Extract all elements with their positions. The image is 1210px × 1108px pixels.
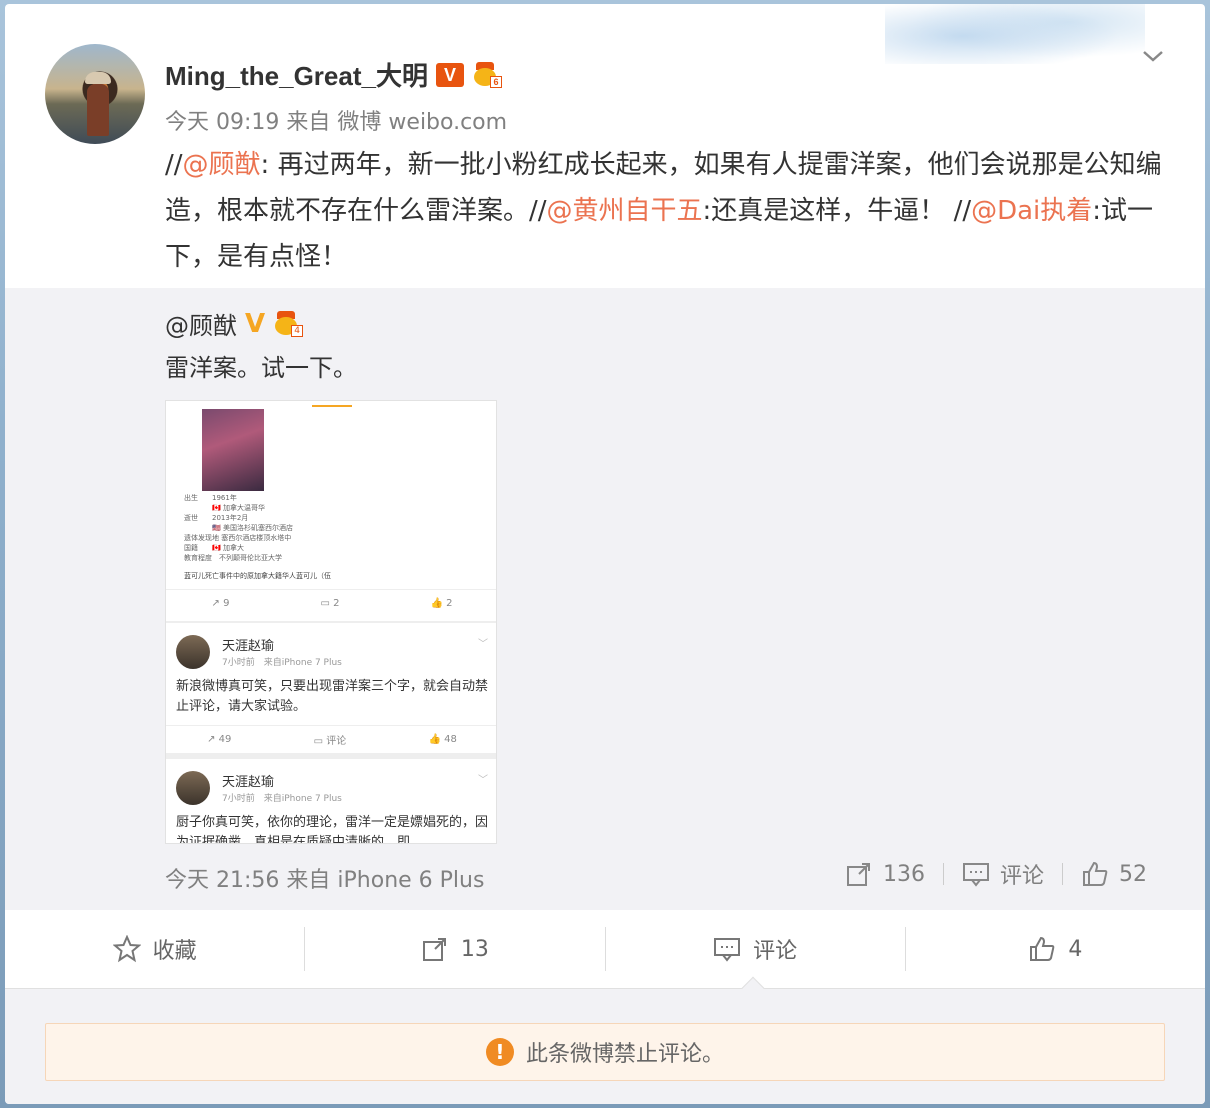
mention-link[interactable]: @黄州自干五 bbox=[547, 196, 703, 226]
thumbnail-article: 出生 1961年 🇨🇦 加拿大温哥华 逝世 2013年2月 🇺🇸 美国洛杉矶塞西… bbox=[166, 401, 496, 621]
like-count: 4 bbox=[1068, 936, 1083, 962]
info-line: 🇺🇸 美国洛杉矶塞西尔酒店 bbox=[184, 524, 293, 532]
info-line: 教育程度 不列颠哥伦比亚大学 bbox=[184, 554, 282, 562]
repost-comment-stat[interactable]: 评论 bbox=[944, 858, 1062, 890]
comment-icon bbox=[714, 938, 741, 962]
repost-stats: 136 评论 52 bbox=[827, 858, 1165, 890]
thumbnail-actions: ↗ 9 ▭ 2 👍 2 bbox=[166, 589, 496, 617]
favorite-button[interactable]: 收藏 bbox=[5, 927, 304, 971]
header-cloud-decoration bbox=[885, 4, 1145, 64]
like-button[interactable]: 4 bbox=[904, 927, 1205, 971]
comment-icon bbox=[962, 863, 989, 887]
original-username[interactable]: @顾猷 bbox=[165, 306, 237, 341]
thumb-username: 天涯赵瑜 bbox=[222, 775, 275, 790]
weibo-card: Ming_the_Great_大明 V 6 今天 09:19 来自 微博 wei… bbox=[5, 4, 1205, 1104]
comment-label: 评论 bbox=[753, 939, 798, 964]
source-prefix: 来自 bbox=[286, 110, 331, 135]
favorite-label: 收藏 bbox=[152, 939, 197, 964]
username[interactable]: Ming_the_Great_大明 bbox=[165, 56, 428, 93]
original-text: 雷洋案。试一下。 bbox=[165, 354, 357, 382]
verified-badge-icon[interactable]: V bbox=[435, 62, 464, 87]
action-bar: 收藏 13 评论 4 bbox=[5, 910, 1205, 988]
avatar-figure bbox=[87, 84, 109, 136]
tab-indicator bbox=[312, 405, 352, 407]
member-level: 4 bbox=[291, 324, 304, 337]
post-time[interactable]: 今天 09:19 bbox=[165, 110, 279, 135]
warning-icon: ! bbox=[485, 1038, 514, 1066]
thumb-comment-count: ▭ 2 bbox=[320, 598, 340, 609]
source-prefix: 来自 bbox=[286, 868, 331, 893]
thumb-chevron-icon: ﹀ bbox=[478, 775, 488, 786]
info-line: 逝世 2013年2月 bbox=[184, 514, 249, 522]
thumbnail-post: 天涯赵瑜 7小时前 来自iPhone 7 Plus ﹀ 新浪微博真可笑，只要出现… bbox=[166, 623, 496, 753]
mention-link[interactable]: @Dai执着 bbox=[971, 196, 1092, 226]
repost-button[interactable]: 13 bbox=[304, 927, 604, 971]
repost-count: 13 bbox=[460, 936, 489, 962]
username-row: Ming_the_Great_大明 V 6 bbox=[165, 56, 502, 93]
thumb-username: 天涯赵瑜 bbox=[222, 639, 275, 654]
chevron-down-icon[interactable] bbox=[1141, 44, 1165, 68]
repost-source[interactable]: iPhone 6 Plus bbox=[337, 868, 484, 893]
reposted-content: @顾猷 V 4 雷洋案。试一下。 出生 1961年 🇨🇦 加拿大温哥华 逝世 2… bbox=[5, 288, 1205, 910]
post-content: //@顾猷: 再过两年，新一批小粉红成长起来，如果有人提雷洋案，他们会说那是公知… bbox=[165, 142, 1175, 280]
repost-share-stat[interactable]: 136 bbox=[827, 860, 943, 888]
thumb-repost-count: ↗ 49 bbox=[207, 734, 232, 745]
thumb-like-count: 👍 48 bbox=[428, 734, 457, 745]
post-meta: 今天 09:19 来自 微博 weibo.com bbox=[165, 104, 507, 136]
info-line: 遗体发现地 塞西尔酒店楼顶水塔中 bbox=[184, 534, 292, 542]
repost-time[interactable]: 今天 21:56 bbox=[165, 868, 279, 893]
verified-yellow-icon[interactable]: V bbox=[245, 309, 265, 339]
comment-area: ! 此条微博禁止评论。 bbox=[5, 976, 1205, 1104]
thumbnail-post: 天涯赵瑜 7小时前 来自iPhone 7 Plus ﹀ 厨子你真可笑，依你的理论… bbox=[166, 759, 496, 844]
member-level: 6 bbox=[489, 75, 502, 88]
comment-label: 评论 bbox=[999, 864, 1044, 889]
original-user-row: @顾猷 V 4 bbox=[165, 306, 304, 341]
share-icon bbox=[422, 938, 446, 961]
avatar-hat bbox=[85, 72, 111, 84]
thumb-meta: 7小时前 来自iPhone 7 Plus bbox=[222, 794, 342, 804]
thumb-text: 厨子你真可笑，依你的理论，雷洋一定是嫖娼死的，因为证据确凿，真相是在质疑中清晰的… bbox=[176, 815, 489, 844]
info-table: 出生 1961年 🇨🇦 加拿大温哥华 逝世 2013年2月 🇺🇸 美国洛杉矶塞西… bbox=[184, 493, 484, 563]
thumb-meta: 7小时前 来自iPhone 7 Plus bbox=[222, 658, 342, 668]
thumb-like-count: 👍 2 bbox=[430, 598, 453, 609]
thumb-repost-count: ↗ 9 bbox=[211, 598, 230, 609]
post-source[interactable]: 微博 weibo.com bbox=[337, 110, 507, 135]
thumb-comment-label: ▭ 评论 bbox=[313, 736, 347, 747]
comment-button[interactable]: 评论 bbox=[604, 927, 905, 971]
member-crown-icon[interactable]: 6 bbox=[472, 61, 502, 88]
star-icon bbox=[112, 935, 141, 963]
thumbnail-caption: 蓝可儿死亡事件中的原加拿大籍华人蓝可儿（伍 bbox=[184, 572, 331, 580]
repost-like-stat[interactable]: 52 bbox=[1063, 860, 1165, 888]
repost-count: 136 bbox=[882, 861, 925, 887]
member-crown-icon[interactable]: 4 bbox=[273, 310, 304, 337]
thumb-post-actions: ↗ 49 ▭ 评论 👍 48 bbox=[166, 725, 496, 753]
thumb-avatar bbox=[176, 771, 210, 805]
like-count: 52 bbox=[1119, 861, 1147, 887]
thumbnail-photo bbox=[202, 409, 264, 491]
share-icon bbox=[846, 863, 870, 886]
screenshot-thumbnail[interactable]: 出生 1961年 🇨🇦 加拿大温哥华 逝世 2013年2月 🇺🇸 美国洛杉矶塞西… bbox=[165, 400, 497, 844]
content-text: :还真是这样，牛逼！ // bbox=[702, 196, 972, 226]
avatar[interactable] bbox=[45, 44, 145, 144]
thumbs-up-icon bbox=[1083, 861, 1108, 886]
info-line: 🇨🇦 加拿大温哥华 bbox=[184, 504, 265, 512]
mention-link[interactable]: @顾猷 bbox=[183, 150, 261, 180]
repost-meta: 今天 21:56 来自 iPhone 6 Plus bbox=[165, 862, 484, 894]
content-text: // bbox=[165, 150, 183, 180]
info-line: 国籍 🇨🇦 加拿大 bbox=[184, 544, 244, 552]
comment-disabled-notice: ! 此条微博禁止评论。 bbox=[45, 1023, 1165, 1081]
thumb-chevron-icon: ﹀ bbox=[478, 639, 488, 650]
thumb-avatar bbox=[176, 635, 210, 669]
notice-text: 此条微博禁止评论。 bbox=[525, 1042, 724, 1067]
info-line: 出生 1961年 bbox=[184, 494, 237, 502]
thumbs-up-icon bbox=[1030, 936, 1055, 961]
thumb-text: 新浪微博真可笑，只要出现雷洋案三个字，就会自动禁止评论，请大家试验。 bbox=[176, 679, 489, 714]
